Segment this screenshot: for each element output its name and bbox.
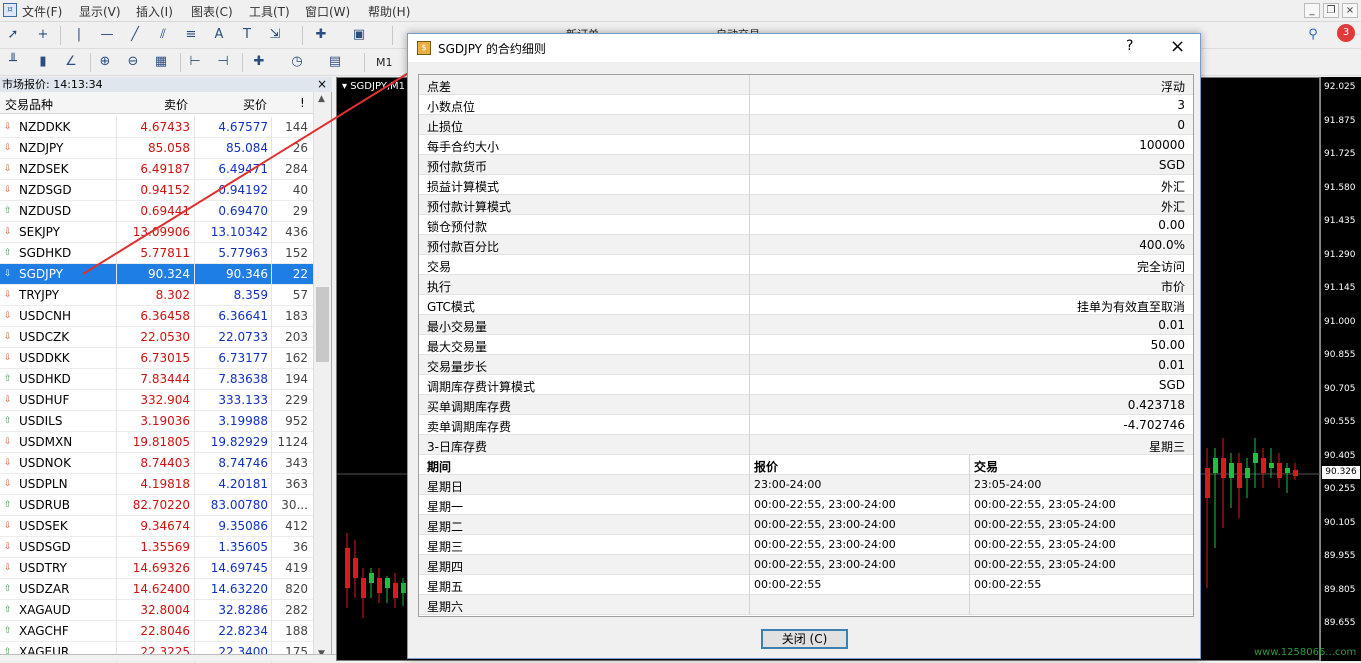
session-day: 星期四 [427,560,464,574]
property-value: 0 [1177,118,1185,132]
dialog-titlebar: $ SGDJPY 的合约细则 ? × [408,34,1200,62]
session-trade: 00:00-22:55, 23:05-24:00 [974,498,1116,511]
property-key: 预付款百分比 [427,240,500,254]
symbol-specification-dialog: $ SGDJPY 的合约细则 ? × 点差 浮动小数点位 3 止损位 0 每手合约大小 10… [407,33,1201,659]
property-key: 交易量步长 [427,360,488,374]
session-trade: 23:05-24:00 [974,478,1042,491]
property-row: 预付款计算模式 外汇 [419,195,1193,215]
session-row: 星期一 00:00-22:55, 23:00-24:00 00:00-22:55, … [419,495,1193,515]
property-key: 最小交易量 [427,320,488,334]
session-row: 星期六 [419,595,1193,615]
session-day: 星期五 [427,580,464,594]
property-value: 3 [1177,98,1185,112]
property-key: 调期库存费计算模式 [427,380,536,394]
property-key: 预付款货币 [427,160,488,174]
property-row: 最小交易量 0.01 [419,315,1193,335]
property-row: 损益计算模式 外汇 [419,175,1193,195]
property-key: 止损位 [427,120,464,134]
property-row: 3-日库存费 星期三 [419,435,1193,455]
bottom-tabs [0,654,336,661]
sessions-header-cell: 交易 [974,460,999,474]
session-row: 星期五 00:00-22:55 00:00-22:55 [419,575,1193,595]
property-row: 交易 完全访问 [419,255,1193,275]
dialog-close-icon[interactable]: × [1170,36,1185,57]
property-key: 最大交易量 [427,340,488,354]
property-row: GTC模式 挂单为有效直至取消 [419,295,1193,315]
property-value: 0.00 [1158,218,1185,232]
property-value: 0.01 [1158,318,1185,332]
session-row: 星期日 23:00-24:00 23:05-24:00 [419,475,1193,495]
property-row: 执行 市价 [419,275,1193,295]
sessions-header-cell: 期间 [427,460,452,474]
property-row: 锁仓预付款 0.00 [419,215,1193,235]
session-trade: 00:00-22:55, 23:05-24:00 [974,518,1116,531]
property-value: 外汇 [1160,180,1185,194]
property-value: 0.01 [1158,358,1185,372]
property-row: 每手合约大小 100000 [419,135,1193,155]
property-key: 锁仓预付款 [427,220,488,234]
session-trade: 00:00-22:55, 23:05-24:00 [974,538,1116,551]
property-value: 400.0% [1139,238,1185,252]
property-key: 交易 [427,260,452,274]
session-quotes: 00:00-22:55, 23:00-24:00 [754,538,896,551]
property-key: 3-日库存费 [427,440,487,454]
session-day: 星期二 [427,520,464,534]
session-trade: 00:00-22:55, 23:05-24:00 [974,558,1116,571]
property-key: 卖单调期库存费 [427,420,512,434]
contract-icon: $ [417,41,431,55]
session-quotes: 00:00-22:55, 23:00-24:00 [754,558,896,571]
close-button[interactable]: 关闭 (C) [761,629,848,649]
properties-table: 点差 浮动 小数点位 3 止损位 0 每手合约大小 100000 预付款货币 SGD 损益计算模式外… [418,74,1194,617]
sessions-header: 期间 报价 交易 [419,455,1193,475]
session-row: 星期二 00:00-22:55, 23:00-24:00 00:00-22:55, … [419,515,1193,535]
property-value: 50.00 [1150,338,1185,352]
sessions-header-cell: 报价 [754,460,779,474]
session-trade: 00:00-22:55 [974,578,1042,591]
session-row: 星期三 00:00-22:55, 23:00-24:00 00:00-22:55, … [419,535,1193,555]
property-row: 预付款货币 SGD [419,155,1193,175]
property-row: 预付款百分比 400.0% [419,235,1193,255]
dialog-title: SGDJPY 的合约细则 [438,42,546,56]
property-value: 0.423718 [1127,398,1185,412]
property-key: 损益计算模式 [427,180,500,194]
property-row: 交易量步长 0.01 [419,355,1193,375]
session-quotes: 00:00-22:55, 23:00-24:00 [754,498,896,511]
property-value: 市价 [1160,280,1185,294]
property-row: 调期库存费计算模式 SGD [419,375,1193,395]
property-value: SGD [1158,378,1185,392]
property-row: 卖单调期库存费 -4.702746 [419,415,1193,435]
property-value: 浮动 [1160,80,1185,94]
session-quotes: 00:00-22:55 [754,578,822,591]
property-key: 执行 [427,280,452,294]
property-value: 外汇 [1160,200,1185,214]
property-key: 点差 [427,80,452,94]
help-button[interactable]: ? [1126,38,1133,54]
session-day: 星期三 [427,540,464,554]
property-value: 100000 [1139,138,1185,152]
session-day: 星期日 [427,480,464,494]
property-key: 预付款计算模式 [427,200,512,214]
property-row: 小数点位 3 [419,95,1193,115]
property-value: 挂单为有效直至取消 [1076,300,1185,314]
property-key: 买单调期库存费 [427,400,512,414]
property-row: 点差 浮动 [419,75,1193,95]
property-key: 每手合约大小 [427,140,500,154]
session-day: 星期一 [427,500,464,514]
property-value: 完全访问 [1136,260,1185,274]
session-row: 星期四 00:00-22:55, 23:00-24:00 00:00-22:55, … [419,555,1193,575]
property-row: 止损位 0 [419,115,1193,135]
property-row: 最大交易量 50.00 [419,335,1193,355]
property-key: GTC模式 [427,300,475,314]
property-value: SGD [1158,158,1185,172]
property-row: 买单调期库存费 0.423718 [419,395,1193,415]
session-quotes: 23:00-24:00 [754,478,822,491]
property-value: 星期三 [1148,440,1185,454]
property-value: -4.702746 [1123,418,1185,432]
session-day: 星期六 [427,600,464,614]
session-quotes: 00:00-22:55, 23:00-24:00 [754,518,896,531]
property-key: 小数点位 [427,100,476,114]
